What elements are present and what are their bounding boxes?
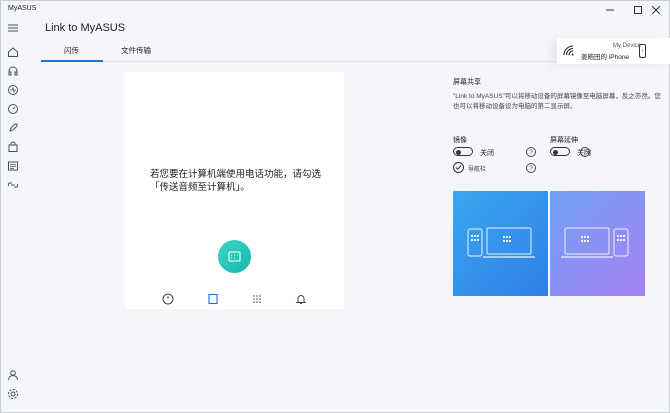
- recent-calls-button[interactable]: [162, 293, 174, 305]
- mirror-preview-image: [453, 191, 548, 296]
- call-audio-hint: 若您要在计算机端使用电话功能，请勾选「传送音频至计算机」。: [150, 169, 322, 193]
- bell-icon: [295, 295, 307, 304]
- tab-file-transfer[interactable]: 文件传输: [121, 45, 151, 56]
- mirror-toggle[interactable]: [453, 147, 473, 156]
- laptop-phone-illustration: [561, 227, 629, 258]
- sidebar-item-account[interactable]: [6, 368, 20, 382]
- sidebar-item-store[interactable]: [6, 140, 20, 154]
- dialpad-icon: [253, 295, 261, 303]
- maximize-icon: [634, 5, 642, 14]
- minimize-button[interactable]: [596, 1, 624, 18]
- active-tab-indicator: [41, 60, 103, 62]
- extend-preview-image: [550, 191, 645, 296]
- minimize-icon: [606, 9, 614, 10]
- screen-share-title: 屏幕共享: [453, 79, 481, 86]
- home-icon: [8, 47, 18, 57]
- rocket-icon: [9, 123, 18, 132]
- bag-icon: [8, 141, 18, 152]
- user-icon: [8, 370, 18, 381]
- phone-keypad-icon: [227, 250, 241, 262]
- contacts-button[interactable]: [207, 293, 219, 305]
- sidebar-item-news[interactable]: [6, 159, 20, 173]
- mirror-help-icon[interactable]: ?: [526, 147, 536, 157]
- hamburger-icon: [8, 24, 18, 32]
- device-label: My Device: [613, 43, 642, 49]
- device-status[interactable]: My Device 姜皓田的 iPhone ›: [557, 38, 670, 64]
- close-icon: [652, 5, 660, 14]
- sidebar-item-customization[interactable]: [6, 102, 20, 116]
- notifications-button[interactable]: [295, 293, 307, 305]
- tabs-divider: [41, 61, 561, 62]
- headset-icon: [8, 66, 18, 76]
- wifi-icon: [563, 45, 574, 56]
- app-title: MyASUS: [8, 5, 37, 12]
- diagnosis-icon: [8, 85, 18, 95]
- sidebar-item-promotion[interactable]: [6, 121, 20, 135]
- toggle-knob: [456, 149, 461, 155]
- extend-label: 屏幕延伸: [550, 137, 578, 144]
- mirror-label: 镜像: [453, 137, 467, 144]
- call-button[interactable]: [218, 240, 251, 273]
- mirror-state: 关闭: [480, 150, 494, 157]
- extend-help-icon[interactable]: ?: [580, 147, 590, 157]
- nav-bar-checkbox[interactable]: [453, 162, 464, 173]
- phone-panel: 若您要在计算机端使用电话功能，请勾选「传送音频至计算机」。: [125, 72, 344, 309]
- sidebar-item-link[interactable]: [6, 178, 20, 192]
- nav-bar-help-icon[interactable]: ?: [526, 163, 536, 173]
- sidebar-item-support[interactable]: [6, 64, 20, 78]
- contacts-icon: [208, 293, 218, 305]
- sidebar-item-home[interactable]: [6, 45, 20, 59]
- dialpad-button[interactable]: [251, 293, 263, 305]
- screen-share-description: "Link to MyASUS"可以将移动设备的屏幕镜像至电脑屏幕，反之亦然。您…: [453, 93, 661, 110]
- sidebar: [1, 18, 25, 412]
- chevron-right-icon: ›: [641, 48, 644, 54]
- page-title: Link to MyASUS: [45, 22, 126, 34]
- gauge-icon: [8, 104, 18, 114]
- extend-toggle[interactable]: [550, 147, 570, 156]
- device-panel-toggle[interactable]: ›: [639, 44, 646, 58]
- toggle-knob: [553, 149, 558, 155]
- close-button[interactable]: [642, 1, 670, 18]
- phone-laptop-illustration: [467, 227, 535, 258]
- clock-icon: [162, 293, 174, 305]
- nav-bar-label: 导航栏: [468, 167, 487, 173]
- sidebar-menu-button[interactable]: [6, 21, 20, 35]
- news-icon: [8, 161, 18, 171]
- sidebar-item-settings[interactable]: [6, 387, 20, 401]
- gear-icon: [8, 389, 18, 399]
- link-icon: [7, 182, 19, 188]
- app-window: MyASUS Link to MyASUS 闪传 文件传输 My Device …: [0, 0, 670, 413]
- checkmark-icon: [455, 165, 462, 171]
- title-bar: MyASUS: [1, 1, 669, 18]
- sidebar-item-diagnosis[interactable]: [6, 83, 20, 97]
- tab-flash-share[interactable]: 闪传: [64, 45, 79, 56]
- device-name: 姜皓田的 iPhone: [581, 54, 630, 61]
